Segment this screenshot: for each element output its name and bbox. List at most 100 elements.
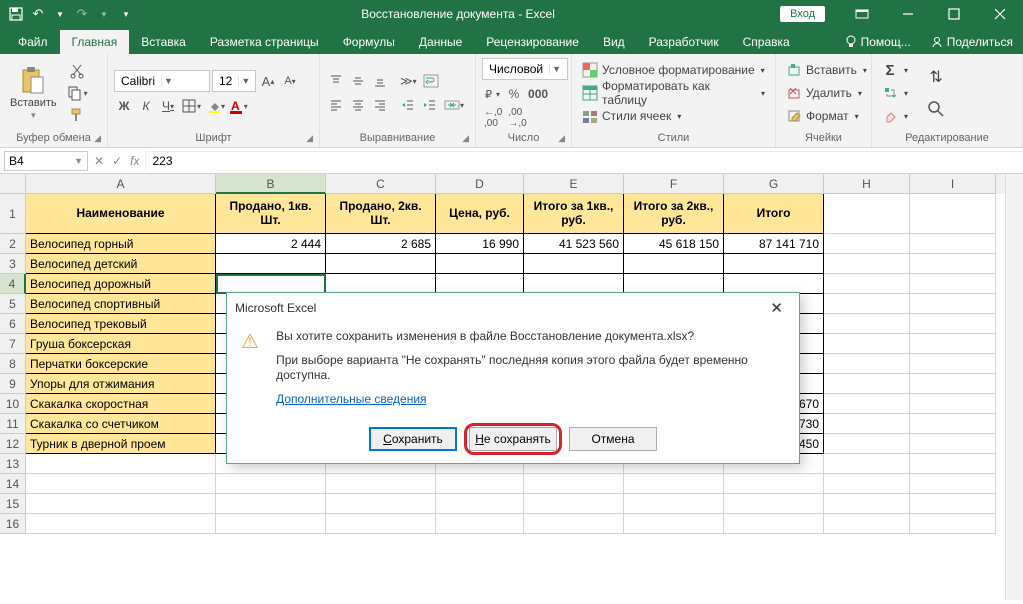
data-cell[interactable] bbox=[26, 454, 216, 474]
data-cell[interactable] bbox=[910, 414, 996, 434]
save-button[interactable]: Сохранить bbox=[369, 427, 457, 451]
data-cell[interactable] bbox=[910, 474, 996, 494]
column-header[interactable]: D bbox=[436, 174, 524, 194]
cut-button[interactable] bbox=[65, 61, 90, 81]
data-cell[interactable] bbox=[326, 494, 436, 514]
column-header[interactable]: F bbox=[624, 174, 724, 194]
data-cell[interactable] bbox=[824, 474, 910, 494]
data-cell[interactable] bbox=[524, 514, 624, 534]
data-cell[interactable] bbox=[436, 274, 524, 294]
maximize-button[interactable] bbox=[931, 0, 977, 28]
data-cell[interactable] bbox=[910, 514, 996, 534]
tab-review[interactable]: Рецензирование bbox=[474, 30, 591, 54]
data-cell[interactable]: 2 685 bbox=[326, 234, 436, 254]
column-header[interactable]: B bbox=[216, 174, 326, 194]
tab-home[interactable]: Главная bbox=[60, 30, 130, 54]
data-cell[interactable] bbox=[824, 314, 910, 334]
name-cell[interactable]: Перчатки боксерские bbox=[26, 354, 216, 374]
header-cell[interactable]: Цена, руб. bbox=[436, 194, 524, 234]
data-cell[interactable] bbox=[910, 194, 996, 234]
paste-button[interactable]: Вставить ▼ bbox=[6, 65, 61, 122]
save-icon[interactable] bbox=[6, 4, 26, 24]
data-cell[interactable] bbox=[910, 314, 996, 334]
data-cell[interactable] bbox=[824, 334, 910, 354]
format-cells-button[interactable]: Формат▾ bbox=[782, 105, 871, 127]
tell-me-button[interactable]: Помощ... bbox=[835, 30, 921, 54]
dont-save-button[interactable]: Не сохранять bbox=[469, 427, 557, 451]
header-cell[interactable]: Продано, 2кв. Шт. bbox=[326, 194, 436, 234]
cell-styles-button[interactable]: Стили ячеек▾ bbox=[578, 105, 769, 127]
align-right-button[interactable] bbox=[370, 95, 390, 115]
data-cell[interactable] bbox=[326, 474, 436, 494]
data-cell[interactable] bbox=[524, 254, 624, 274]
row-header[interactable]: 1 bbox=[0, 194, 26, 234]
data-cell[interactable] bbox=[910, 394, 996, 414]
copy-button[interactable]: ▾ bbox=[65, 83, 90, 103]
name-cell[interactable]: Скакалка скоростная bbox=[26, 394, 216, 414]
data-cell[interactable] bbox=[724, 494, 824, 514]
data-cell[interactable] bbox=[624, 274, 724, 294]
header-cell[interactable]: Итого за 2кв., руб. bbox=[624, 194, 724, 234]
select-all-corner[interactable] bbox=[0, 174, 26, 194]
login-button[interactable]: Вход bbox=[780, 6, 825, 22]
delete-cells-button[interactable]: Удалить▾ bbox=[782, 82, 871, 104]
column-header[interactable]: E bbox=[524, 174, 624, 194]
data-cell[interactable] bbox=[216, 494, 326, 514]
row-header[interactable]: 9 bbox=[0, 374, 26, 394]
launcher-icon[interactable]: ◢ bbox=[558, 133, 565, 144]
data-cell[interactable] bbox=[216, 254, 326, 274]
sort-filter-button[interactable]: ⇅ bbox=[922, 63, 950, 91]
row-header[interactable]: 4 bbox=[0, 274, 26, 294]
data-cell[interactable] bbox=[910, 354, 996, 374]
name-cell[interactable]: Скакалка со счетчиком bbox=[26, 414, 216, 434]
row-header[interactable]: 15 bbox=[0, 494, 26, 514]
data-cell[interactable] bbox=[910, 234, 996, 254]
cancel-button[interactable]: Отмена bbox=[569, 427, 657, 451]
increase-indent-button[interactable] bbox=[420, 95, 440, 115]
fill-button[interactable]: ▾ bbox=[878, 82, 912, 104]
percent-button[interactable]: % bbox=[504, 84, 524, 104]
row-header[interactable]: 5 bbox=[0, 294, 26, 314]
data-cell[interactable]: 45 618 150 bbox=[624, 234, 724, 254]
tab-data[interactable]: Данные bbox=[407, 30, 474, 54]
column-header[interactable]: G bbox=[724, 174, 824, 194]
align-left-button[interactable] bbox=[326, 95, 346, 115]
data-cell[interactable]: 2 444 bbox=[216, 234, 326, 254]
row-header[interactable]: 2 bbox=[0, 234, 26, 254]
row-header[interactable]: 3 bbox=[0, 254, 26, 274]
name-cell[interactable]: Велосипед спортивный bbox=[26, 294, 216, 314]
name-cell[interactable]: Упоры для отжимания bbox=[26, 374, 216, 394]
data-cell[interactable] bbox=[624, 474, 724, 494]
data-cell[interactable] bbox=[824, 294, 910, 314]
insert-cells-button[interactable]: Вставить▾ bbox=[782, 59, 871, 81]
underline-button[interactable]: Ч ▾ bbox=[158, 96, 178, 116]
data-cell[interactable] bbox=[824, 254, 910, 274]
data-cell[interactable] bbox=[436, 514, 524, 534]
data-cell[interactable] bbox=[724, 274, 824, 294]
name-cell[interactable]: Велосипед трековый bbox=[26, 314, 216, 334]
merge-button[interactable]: ▾ bbox=[442, 95, 466, 115]
tab-help[interactable]: Справка bbox=[731, 30, 802, 54]
data-cell[interactable]: 16 990 bbox=[436, 234, 524, 254]
font-color-button[interactable]: A▾ bbox=[229, 96, 250, 116]
data-cell[interactable] bbox=[326, 514, 436, 534]
bold-button[interactable]: Ж bbox=[114, 96, 134, 116]
data-cell[interactable] bbox=[436, 254, 524, 274]
row-header[interactable]: 6 bbox=[0, 314, 26, 334]
data-cell[interactable] bbox=[436, 474, 524, 494]
row-header[interactable]: 10 bbox=[0, 394, 26, 414]
tab-layout[interactable]: Разметка страницы bbox=[198, 30, 331, 54]
data-cell[interactable] bbox=[824, 274, 910, 294]
wrap-text-button[interactable] bbox=[421, 71, 441, 91]
ribbon-display-icon[interactable] bbox=[839, 0, 885, 28]
number-format-combo[interactable]: Числовой▼ bbox=[482, 58, 568, 80]
data-cell[interactable] bbox=[216, 474, 326, 494]
italic-button[interactable]: К bbox=[136, 96, 156, 116]
header-cell[interactable]: Продано, 1кв. Шт. bbox=[216, 194, 326, 234]
name-cell[interactable]: Турник в дверной проем bbox=[26, 434, 216, 454]
row-header[interactable]: 7 bbox=[0, 334, 26, 354]
name-cell[interactable]: Груша боксерская bbox=[26, 334, 216, 354]
decrease-indent-button[interactable] bbox=[398, 95, 418, 115]
tab-insert[interactable]: Вставка bbox=[129, 30, 198, 54]
decrease-decimal-button[interactable]: ,00→,0 bbox=[506, 108, 528, 128]
